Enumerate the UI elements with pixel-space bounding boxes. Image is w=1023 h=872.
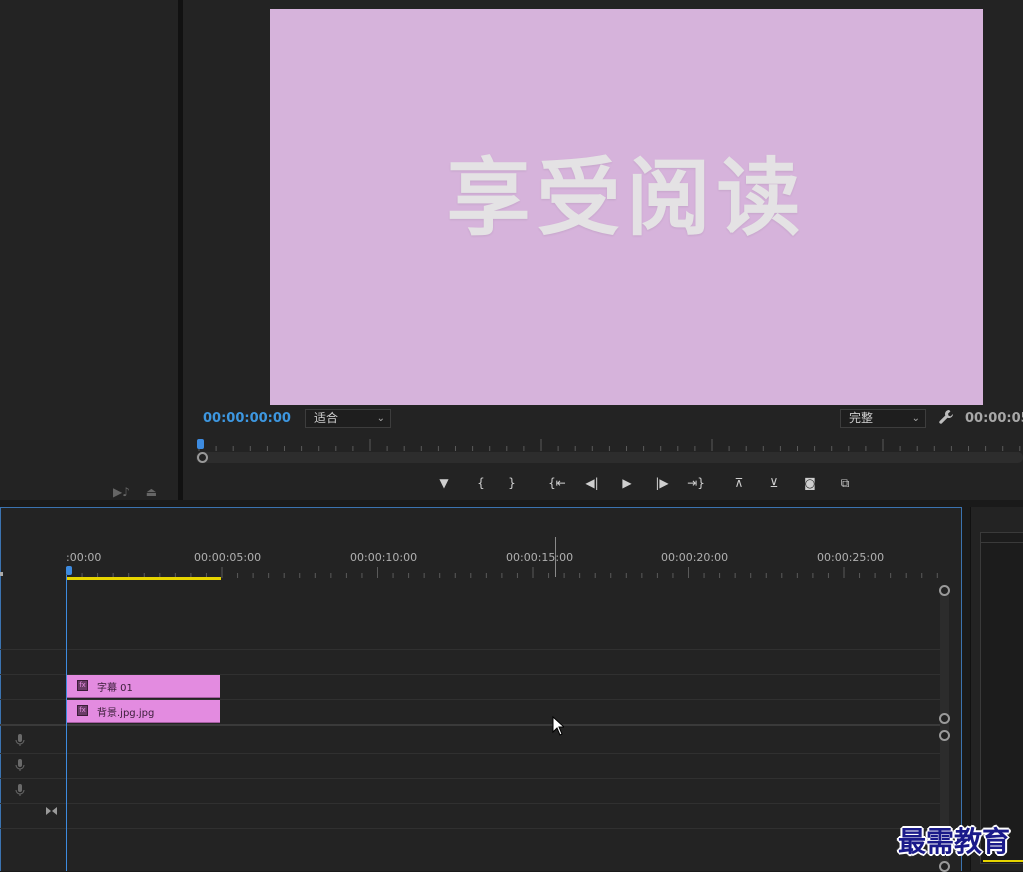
lift-button[interactable]: ⊼ [729, 474, 749, 492]
monitor-time-ruler[interactable] [195, 437, 1023, 453]
play-icon: ▶ [622, 476, 632, 490]
video-audio-divider[interactable] [0, 724, 940, 726]
left-panel [0, 0, 178, 500]
mark-out-button[interactable]: } [502, 474, 522, 492]
left-panel-footer-icons: ▶♪ ⏏ [113, 485, 157, 499]
mark-in-icon: { [477, 476, 485, 490]
comparison-icon: ⧉ [840, 476, 850, 490]
playback-resolution-select[interactable]: 完整 ⌄ [840, 409, 926, 428]
clip-label: 字幕 01 [97, 683, 133, 694]
step-forward-icon: |▶ [655, 476, 669, 490]
audio-meter-level [983, 860, 1023, 862]
mark-out-icon: } [508, 476, 516, 490]
track-separator [0, 753, 940, 754]
zoom-level-select[interactable]: 适合 ⌄ [305, 409, 391, 428]
audio-meter-header [980, 532, 1023, 543]
master-track-icon[interactable] [45, 806, 58, 816]
ruler-tick-label: 00:00:20:00 [661, 551, 729, 564]
add-marker-button[interactable]: ▼ [434, 474, 454, 492]
marker-icon: ▼ [439, 476, 449, 490]
scroll-handle[interactable] [939, 713, 950, 724]
camera-icon: ◙ [804, 476, 816, 490]
ruler-tick-label: 00:00:25:00 [817, 551, 885, 564]
export-icon[interactable]: ⏏ [146, 485, 157, 499]
chevron-down-icon: ⌄ [376, 413, 385, 424]
go-to-in-button[interactable]: {⇤ [547, 474, 567, 492]
step-forward-button[interactable]: |▶ [652, 474, 672, 492]
ruler-tick-label: 00:00:05:00 [194, 551, 262, 564]
comparison-view-button[interactable]: ⧉ [835, 474, 855, 492]
scroll-handle[interactable] [939, 861, 950, 872]
track-separator [0, 828, 940, 829]
step-back-button[interactable]: ◀| [582, 474, 602, 492]
timeline-playhead[interactable] [66, 566, 72, 575]
scroll-handle[interactable] [939, 730, 950, 741]
track-separator [0, 803, 940, 804]
track-separator [0, 778, 940, 779]
lift-icon: ⊼ [734, 476, 744, 490]
ruler-tick-label: :00:00 [66, 551, 102, 564]
clip-label: 背景.jpg.jpg [97, 708, 155, 719]
ruler-tick-label: 00:00:10:00 [350, 551, 418, 564]
fx-icon: fx [77, 705, 88, 716]
hover-indicator-line [555, 537, 556, 577]
audio-meter-panel [980, 532, 1023, 864]
fx-icon: fx [77, 680, 88, 691]
microphone-icon[interactable] [14, 733, 26, 747]
watermark-logo: 最需教育 [898, 825, 1011, 858]
work-area-bar[interactable] [66, 577, 221, 580]
play-button[interactable]: ▶ [617, 474, 637, 492]
mark-in-button[interactable]: { [471, 474, 491, 492]
monitor-scroll-handle[interactable] [197, 452, 208, 463]
timeline-playhead-line [66, 575, 67, 871]
playback-resolution-value: 完整 [849, 411, 874, 425]
ruler-edge-marker [0, 572, 3, 576]
track-separator [0, 649, 940, 650]
ruler-tick-label: 00:00:15:00 [506, 551, 574, 564]
go-to-out-icon: ⇥} [687, 476, 705, 490]
clip-title[interactable]: fx 字幕 01 [67, 675, 220, 698]
current-timecode[interactable]: 00:00:00:00 [203, 411, 291, 426]
monitor-zoom-scrollbar[interactable] [196, 452, 1023, 463]
extract-button[interactable]: ⊻ [764, 474, 784, 492]
chevron-down-icon: ⌄ [911, 413, 920, 424]
monitor-playhead[interactable] [197, 439, 204, 449]
clip-background-image[interactable]: fx 背景.jpg.jpg [67, 700, 220, 723]
duration-timecode: 00:00:05: [965, 411, 1023, 426]
extract-icon: ⊻ [769, 476, 779, 490]
go-to-out-button[interactable]: ⇥} [686, 474, 706, 492]
export-frame-button[interactable]: ◙ [800, 474, 820, 492]
audio-icon[interactable]: ▶♪ [113, 485, 130, 499]
microphone-icon[interactable] [14, 783, 26, 797]
scroll-handle[interactable] [939, 585, 950, 596]
go-to-in-icon: {⇤ [548, 476, 566, 490]
video-preview[interactable]: 享受阅读 [270, 9, 983, 405]
mouse-cursor-icon [552, 716, 564, 736]
settings-wrench-icon[interactable] [938, 409, 956, 427]
preview-title-text: 享受阅读 [446, 148, 807, 247]
microphone-icon[interactable] [14, 758, 26, 772]
step-back-icon: ◀| [585, 476, 599, 490]
zoom-level-value: 适合 [314, 411, 339, 425]
